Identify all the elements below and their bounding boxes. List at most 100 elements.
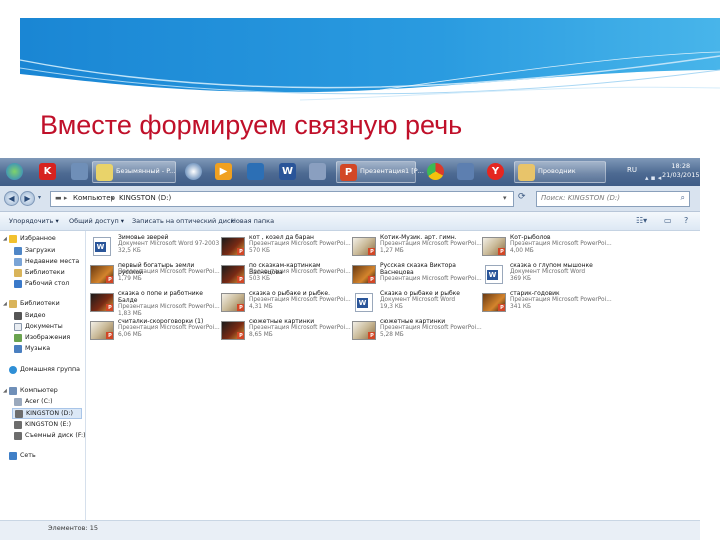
file-type: Презентация Microsoft PowerPoi... (510, 297, 612, 303)
file-item[interactable]: W Сказка о рыбаке и рыбке Документ Microso… (352, 290, 477, 318)
powerpoint-thumbnail-icon: P (90, 293, 114, 312)
file-name: Русская сказка Виктора Васнецова (380, 262, 456, 277)
file-type: Презентация Microsoft PowerPoi... (380, 241, 482, 247)
file-size: 4,00 МБ (510, 248, 534, 254)
file-item[interactable]: Wсказка о глупом мышонке Документ Microso… (482, 262, 607, 290)
powerpoint-badge-icon: P (106, 276, 113, 283)
nav-network-label: Сеть (20, 452, 36, 459)
help-icon[interactable]: ? (684, 216, 688, 225)
taskbar: K Безымянный - P... ▶ W P Презентация1 [… (0, 158, 700, 186)
nav-desktop-label: Рабочий стол (25, 280, 70, 287)
expand-icon[interactable]: ◢ (3, 301, 7, 307)
file-size: 341 КБ (510, 304, 531, 310)
new-folder-button[interactable]: Новая папка (231, 217, 274, 225)
file-item[interactable]: Pсюжетные картинки Презентация Microsoft … (352, 318, 482, 346)
history-dropdown-icon[interactable]: ▾ (38, 194, 41, 201)
back-button[interactable]: ◀ (4, 191, 19, 206)
nav-drive-d[interactable]: KINGSTON (D:) (12, 408, 82, 419)
powerpoint-icon: P (340, 164, 357, 181)
file-item[interactable]: Pпо сказкам-картинкам Васнецова Презентац… (221, 262, 351, 290)
nav-drive-c-label: Acer (C:) (25, 398, 53, 405)
file-type: Презентация Microsoft PowerPoi... (380, 276, 482, 282)
status-bar: Элементов: 15 (0, 520, 700, 540)
start-button[interactable] (3, 161, 25, 183)
file-item[interactable]: Pсчиталки-скороговорки (1) Презентация Mi… (90, 318, 220, 346)
file-item[interactable]: W Зимовье зверей Документ Microsoft Word 9… (90, 234, 219, 262)
address-row: ◀ ▶ ▾ ▬ ▸ Компьютер ▸ KINGSTON (D:) ▾ ⟳ … (0, 186, 700, 212)
file-type: Презентация Microsoft PowerPoi... (249, 269, 351, 275)
address-bar[interactable]: ▬ ▸ Компьютер ▸ KINGSTON (D:) ▾ (50, 191, 514, 207)
file-type: Презентация Microsoft PowerPoi... (510, 241, 612, 247)
file-type: Презентация Microsoft PowerPoi... (118, 304, 220, 310)
breadcrumb-computer[interactable]: Компьютер (73, 194, 115, 202)
file-size: 1,79 МБ (118, 276, 142, 282)
file-item[interactable]: P Котик-Музик. арт. гимн. Презентация Micr… (352, 234, 482, 262)
expand-icon[interactable]: ◢ (3, 236, 7, 242)
word-icon: W (279, 163, 296, 180)
taskbar-word[interactable]: W (276, 161, 298, 183)
file-size: 4,31 МБ (249, 304, 273, 310)
computer-icon (9, 387, 17, 395)
powerpoint-thumbnail-icon: P (221, 237, 245, 256)
file-item[interactable]: Pсюжетные картинки Презентация Microsoft … (221, 318, 351, 346)
clock[interactable]: 18:28 21/03/2015 (662, 162, 699, 180)
usb-drive-icon (15, 410, 23, 418)
taskbar-app-2[interactable] (182, 161, 204, 183)
file-item[interactable]: Pсказка о рыбаке и рыбке. Презентация Mic… (221, 290, 351, 318)
taskbar-paint[interactable]: Безымянный - P... (92, 161, 176, 183)
expand-icon[interactable]: ◢ (3, 388, 7, 394)
nav-video-label: Видео (25, 312, 46, 319)
burn-disc-button[interactable]: Записать на оптический диск (132, 217, 234, 225)
file-item[interactable]: Pсказка о попе и работнике Балде Презента… (90, 290, 220, 318)
share-button[interactable]: Общий доступ ▾ (69, 217, 124, 225)
organize-button[interactable]: Упорядочить ▾ (9, 217, 59, 225)
star-icon (9, 235, 17, 243)
powerpoint-badge-icon: P (498, 304, 505, 311)
taskbar-app-4[interactable] (306, 161, 328, 183)
refresh-icon[interactable]: ⟳ (518, 192, 526, 202)
header-wave-graphic (19, 18, 720, 101)
navigation-pane: ◢ Избранное Загрузки Недавние места Библ… (0, 231, 86, 520)
taskbar-explorer[interactable]: Проводник (514, 161, 606, 183)
taskbar-app-3[interactable] (244, 161, 266, 183)
network-icon (247, 163, 264, 180)
nav-music-label: Музыка (25, 345, 51, 352)
taskbar-app-1[interactable] (68, 161, 90, 183)
nav-downloads-label: Загрузки (25, 247, 56, 254)
powerpoint-thumbnail-icon: P (90, 265, 114, 284)
taskbar-media-player[interactable]: ▶ (212, 161, 234, 183)
music-icon (14, 345, 22, 353)
downloads-icon (14, 247, 22, 255)
tray-icons[interactable]: ▴ ▪ ◂ (645, 174, 661, 182)
powerpoint-thumbnail-icon: P (352, 237, 376, 256)
file-type: Презентация Microsoft PowerPoi... (249, 325, 351, 331)
file-item[interactable]: Pпервый богатырь земли русской Презентаци… (90, 262, 220, 290)
powerpoint-badge-icon: P (368, 332, 375, 339)
nav-images-label: Изображения (25, 334, 71, 341)
word-document-icon: W (93, 237, 111, 256)
file-item[interactable]: P Кот-рыболов Презентация Microsoft PowerP… (482, 234, 612, 262)
file-item[interactable]: Pстарик-годовик Презентация Microsoft Pow… (482, 290, 612, 318)
taskbar-yandex[interactable]: Y (484, 161, 506, 183)
file-name: сказка о попе и работнике Балде (118, 290, 203, 305)
language-indicator[interactable]: RU (627, 166, 637, 174)
search-field[interactable]: Поиск: KINGSTON (D:) ⌕ (536, 191, 690, 207)
file-type: Презентация Microsoft PowerPoi... (118, 325, 220, 331)
window-icon (71, 163, 88, 180)
preview-pane-icon[interactable]: ▭ (664, 216, 672, 225)
address-dropdown-icon[interactable]: ▾ (503, 194, 507, 202)
taskbar-chrome[interactable] (424, 161, 446, 183)
taskbar-powerpoint[interactable]: P Презентация1 [Р... (336, 161, 424, 183)
taskbar-kaspersky[interactable]: K (36, 161, 58, 183)
file-item[interactable]: Pкот , козел да баран Презентация Microso… (221, 234, 351, 262)
documents-icon (14, 323, 22, 331)
forward-button[interactable]: ▶ (20, 191, 35, 206)
view-options-icon[interactable]: ☷▾ (636, 216, 647, 225)
powerpoint-badge-icon: P (106, 332, 113, 339)
powerpoint-badge-icon: P (106, 304, 113, 311)
taskbar-app-5[interactable] (454, 161, 476, 183)
file-type: Документ Microsoft Word (380, 297, 456, 303)
file-item[interactable]: P Русская сказка Виктора Васнецова Презент… (352, 262, 482, 290)
powerpoint-thumbnail-icon: P (352, 265, 376, 284)
breadcrumb-drive[interactable]: KINGSTON (D:) (119, 194, 171, 202)
